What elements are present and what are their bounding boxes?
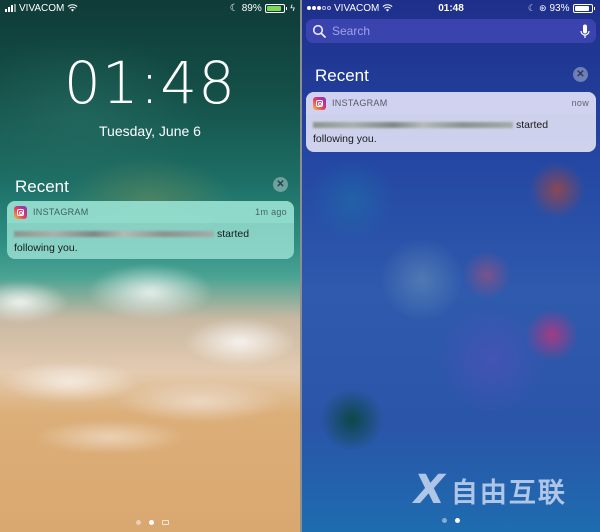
battery-percent: 89% [241,2,262,14]
lock-date: Tuesday, June 6 [99,123,201,139]
notification-body: started following you. [306,114,596,152]
signal-dots-icon [307,6,331,10]
page-dot[interactable] [136,520,141,525]
redacted-username [313,122,513,129]
wallpaper-foam [0,262,300,452]
notification-app-name: INSTAGRAM [33,207,89,217]
page-indicator[interactable] [136,520,169,525]
moon-icon: ☾ [527,2,536,13]
recent-heading: Recent [15,177,69,196]
notification-text: started [217,228,250,240]
notification-card[interactable]: INSTAGRAM 1m ago started following you. [7,201,294,259]
battery-icon [572,3,595,13]
wifi-icon [67,4,78,12]
notification-app-name: INSTAGRAM [332,98,388,108]
microphone-icon[interactable] [580,24,590,39]
watermark-text: 自由互联 [450,477,567,509]
page-dot-active[interactable] [149,520,154,525]
carrier-name: VIVACOM [334,2,380,14]
signal-bars-icon [5,4,16,12]
notification-body: started following you. [7,223,294,259]
recent-heading: Recent [315,66,369,85]
moon-icon: ☾ [229,2,239,14]
wifi-icon [382,4,393,12]
notification-text-line2: following you. [14,242,78,254]
charging-bolt-icon: ϟ [290,3,295,13]
notification-text: started [516,119,549,131]
instagram-icon [313,96,326,110]
search-input[interactable]: Search [332,24,370,38]
orientation-lock-icon: ⊛ [538,2,547,13]
lock-screen: VIVACOM ☾ 89% ϟ 01:48 Tuesday, June 6 Re… [0,0,300,532]
notification-text-line2: following you. [313,133,377,145]
notification-time: 1m ago [255,207,287,217]
notification-card[interactable]: INSTAGRAM now started following you. [306,92,596,152]
page-dot[interactable] [442,518,447,523]
page-dot-active[interactable] [455,518,460,523]
search-icon [312,24,326,38]
notification-header: INSTAGRAM now [306,92,596,114]
watermark: X 自由互联 [414,470,567,510]
status-bar: VIVACOM 01:48 ☾ ⊛ 93% [302,0,600,16]
page-indicator[interactable] [442,518,460,523]
search-bar[interactable]: Search [306,19,596,43]
notification-header: INSTAGRAM 1m ago [7,201,294,223]
instagram-icon [14,205,27,219]
carrier-name: VIVACOM [19,2,65,14]
status-bar: VIVACOM ☾ 89% ϟ [0,0,300,16]
battery-percent: 93% [549,2,570,14]
lock-clock: 01:48 [63,49,237,117]
notification-time: now [571,98,589,108]
clear-notifications-button[interactable]: ✕ [573,67,588,82]
watermark-logo-icon: X [414,467,445,513]
close-icon: ✕ [276,178,285,190]
clear-notifications-button[interactable]: ✕ [273,177,288,192]
redacted-username [14,231,214,238]
close-icon: ✕ [576,68,585,80]
notification-center: VIVACOM 01:48 ☾ ⊛ 93% Search Recent ✕ IN… [302,0,600,532]
status-time: 01:48 [438,2,464,14]
camera-icon[interactable] [162,520,169,525]
battery-icon [264,3,288,13]
